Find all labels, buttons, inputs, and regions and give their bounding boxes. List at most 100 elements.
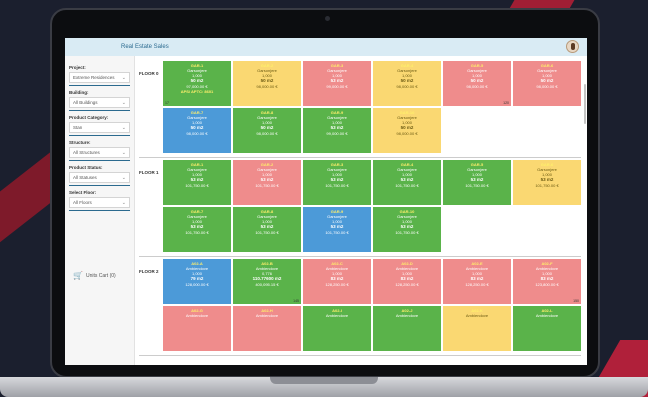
filter-value: All Statuses — [73, 175, 97, 180]
unit-corner-number: 120 — [503, 100, 509, 105]
cart-icon: 🛒 — [73, 271, 83, 280]
chevron-down-icon: ⌄ — [121, 74, 126, 81]
unit-card[interactable]: GAR-4 Garsonjere 1,000 53 m2 101,750.00 € — [373, 160, 441, 205]
floor-label: FLOOR 1 — [139, 170, 159, 175]
unit-price: 99,000.00 € — [326, 130, 348, 136]
unit-card[interactable]: A02-I Ambiendove — [303, 306, 371, 351]
unit-card[interactable]: GAR-6 Garsonjere 1,000 50 m2 98,000.00 € — [513, 61, 581, 106]
unit-price: 128,250.00 € — [325, 281, 349, 287]
filter-value: Stan — [73, 125, 83, 130]
unit-price: 128,000.00 € — [185, 281, 209, 287]
unit-price: 101,750.00 € — [395, 229, 419, 235]
unit-price: 101,750.00 € — [395, 182, 419, 188]
filter-divider — [69, 110, 130, 111]
chevron-down-icon: ⌄ — [121, 149, 126, 156]
unit-card[interactable]: A02-G Ambiendove — [163, 306, 231, 351]
unit-type: Ambiendove — [395, 313, 419, 318]
unit-card[interactable]: GAR-10 Garsonjere 1,000 53 m2 101,750.00 € — [373, 207, 441, 252]
cart-label: Units Cart (0) — [85, 272, 116, 279]
unit-type: Ambiendove — [325, 313, 349, 318]
unit-price: 98,000.00 € — [186, 130, 208, 136]
laptop-frame: Real Estate Sales Project: Extreme Reside… — [50, 8, 600, 378]
unit-card[interactable]: GAR-9 Garsonjere 1,000 53 m2 101,750.00 € — [303, 207, 371, 252]
unit-type: Ambiendove — [185, 313, 209, 318]
unit-price: 99,000.00 € — [326, 83, 348, 89]
unit-price: 101,750.00 € — [255, 182, 279, 188]
avatar[interactable] — [566, 40, 579, 53]
unit-card[interactable]: GAR-10 Garsonjere 1,000 50 m2 98,000.00 € — [373, 108, 441, 153]
floor-row: FLOOR 0 GAR-1 Garsonjere 1,000 50 m2 97,000.0… — [139, 59, 581, 158]
filter-value: All Floors — [73, 200, 92, 205]
filter-divider — [69, 160, 130, 161]
unit-card[interactable]: GAR-5 Garsonjere 1,000 50 m2 98,000.00 €120 — [443, 61, 511, 106]
camera-icon — [325, 16, 330, 21]
filter-divider — [69, 210, 130, 211]
top-bar: Real Estate Sales — [65, 38, 587, 56]
unit-card[interactable]: A02-L Ambiendove — [513, 306, 581, 351]
filter-divider — [69, 185, 130, 186]
unit-card[interactable]: GAR-8 Garsonjere 1,000 50 m2 98,000.00 € — [233, 108, 301, 153]
unit-note: APS/ APTC: 8601 — [180, 88, 214, 94]
unit-price: 128,250.00 € — [395, 281, 419, 287]
unit-card[interactable]: GAR-6 Garsonjere 1,000 53 m2 101,750.00 € — [513, 160, 581, 205]
unit-card[interactable]: GAR-3 Garsonjere 1,000 53 m2 99,000.00 € — [303, 61, 371, 106]
app-title: Real Estate Sales — [121, 44, 169, 50]
unit-card[interactable]: GAR-1 Garsonjere 1,000 50 m2 97,000.00 € APS/… — [163, 61, 231, 106]
chevron-down-icon: ⌄ — [121, 199, 126, 206]
filter-select[interactable]: All Floors ⌄ — [69, 197, 130, 208]
filter-select[interactable]: All Buildings ⌄ — [69, 97, 130, 108]
floor-label: FLOOR 2 — [139, 269, 159, 274]
unit-card[interactable]: A02-E Ambiendove 1,000 83 m2 128,250.00 € — [443, 259, 511, 304]
unit-price: 98,000.00 € — [396, 130, 418, 136]
unit-price: 128,250.00 € — [465, 281, 489, 287]
filter-label: Building: — [69, 90, 89, 95]
unit-price: 98,000.00 € — [466, 83, 488, 89]
floor-row: FLOOR 1 GAR-1 Garsonjere 1,000 53 m2 101,750.… — [139, 158, 581, 257]
filter-label: Select Floor: — [69, 190, 97, 195]
unit-card[interactable]: GAR-4 Garsonjere 1,000 50 m2 98,000.00 € — [373, 61, 441, 106]
filter-label: Product Status: — [69, 165, 103, 170]
filter-divider — [69, 85, 130, 86]
unit-card[interactable]: GAR-5 Garsonjere 1,000 53 m2 101,750.00 € — [443, 160, 511, 205]
unit-card[interactable]: A02-J Ambiendove — [373, 306, 441, 351]
unit-price: 101,750.00 € — [185, 229, 209, 235]
scrollbar[interactable] — [584, 84, 586, 124]
unit-price: 123,800.00 € — [535, 281, 559, 287]
unit-card[interactable]: A02-F Ambiendove 1,000 83 m2 123,800.00 €150 — [513, 259, 581, 304]
unit-corner-number: 150 — [573, 298, 579, 303]
unit-card[interactable]: A02-B Ambiendove 0,776 110.77600 m2 400,095.… — [233, 259, 301, 304]
unit-card[interactable]: A02-A Ambiendove 1,000 79 m2 128,000.00 € — [163, 259, 231, 304]
chevron-down-icon: ⌄ — [121, 174, 126, 181]
filter-select[interactable]: All Statuses ⌄ — [69, 172, 130, 183]
floor-plan-grid: FLOOR 0 GAR-1 Garsonjere 1,000 50 m2 97,000.0… — [135, 56, 587, 365]
unit-type: Ambiendove — [465, 313, 489, 318]
unit-card[interactable]: A02-C Ambiendove 1,000 83 m2 128,250.00 € — [303, 259, 371, 304]
unit-card[interactable]: GAR-7 Garsonjere 1,000 50 m2 98,000.00 € — [163, 108, 231, 153]
filter-value: All Structures — [73, 150, 100, 155]
unit-type: Ambiendove — [535, 313, 559, 318]
unit-price: 98,000.00 € — [256, 130, 278, 136]
unit-card[interactable]: GAR-9 Garsonjere 1,000 53 m2 99,000.00 € — [303, 108, 371, 153]
unit-card[interactable]: GAR-2 Garsonjere 1,000 50 m2 98,000.00 € — [233, 61, 301, 106]
floor-label: FLOOR 0 — [139, 71, 159, 76]
filter-select[interactable]: All Structures ⌄ — [69, 147, 130, 158]
unit-card[interactable]: GAR-8 Garsonjere 1,000 53 m2 101,750.00 € — [233, 207, 301, 252]
unit-card[interactable]: GAR-7 Garsonjere 1,000 53 m2 101,750.00 € — [163, 207, 231, 252]
unit-card[interactable]: GAR-1 Garsonjere 1,000 53 m2 101,750.00 € — [163, 160, 231, 205]
unit-card[interactable]: A02-K Ambiendove — [443, 306, 511, 351]
unit-price: 98,000.00 € — [536, 83, 558, 89]
filter-select[interactable]: Stan ⌄ — [69, 122, 130, 133]
unit-grid: GAR-1 Garsonjere 1,000 53 m2 101,750.00 € GAR… — [163, 160, 581, 252]
filter-select[interactable]: Extreme Residences ⌄ — [69, 72, 130, 83]
unit-card[interactable]: GAR-2 Garsonjere 1,000 53 m2 101,750.00 € — [233, 160, 301, 205]
unit-card[interactable]: GAR-3 Garsonjere 1,000 53 m2 101,750.00 € — [303, 160, 371, 205]
unit-price: 101,750.00 € — [535, 182, 559, 188]
filter-value: Extreme Residences — [73, 75, 115, 80]
chevron-down-icon: ⌄ — [121, 99, 126, 106]
unit-card[interactable]: A02-H Ambiendove — [233, 306, 301, 351]
chevron-down-icon: ⌄ — [121, 124, 126, 131]
unit-price: 101,750.00 € — [325, 229, 349, 235]
units-cart-button[interactable]: 🛒 Units Cart (0) — [73, 271, 116, 280]
filter-value: All Buildings — [73, 100, 98, 105]
unit-card[interactable]: A02-D Ambiendove 1,000 83 m2 128,250.00 € — [373, 259, 441, 304]
